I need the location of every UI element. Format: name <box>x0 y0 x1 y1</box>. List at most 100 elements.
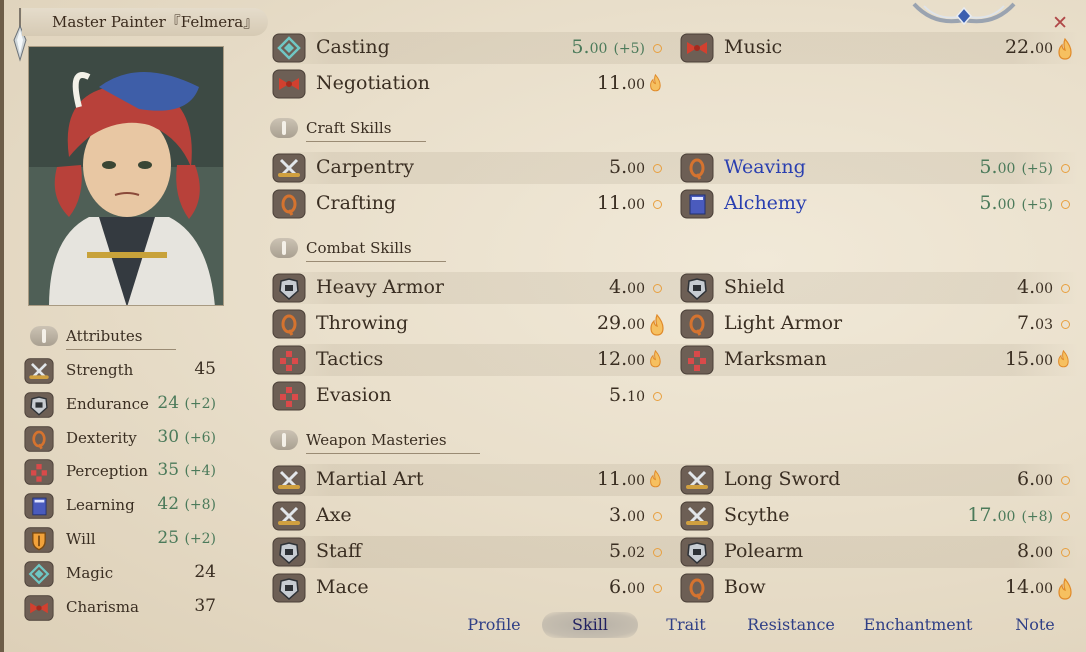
skill-row-negotiation[interactable]: Negotiation 11.00 <box>270 68 665 100</box>
skill-row-axe[interactable]: Axe 3.00 <box>270 500 665 532</box>
armor-icon <box>272 537 306 567</box>
attribute-value-group: 24 <box>194 562 216 582</box>
attribute-value-group: 25 (+2) <box>157 528 216 548</box>
potential-low-icon <box>1061 164 1070 173</box>
skill-name: Heavy Armor <box>316 276 444 298</box>
skill-row-alchemy[interactable]: Alchemy 5.00 (+5) <box>678 188 1073 220</box>
attribute-label: Learning <box>66 496 135 515</box>
skill-name: Marksman <box>724 348 827 370</box>
potential-low-icon <box>1061 320 1070 329</box>
skill-row-scythe[interactable]: Scythe 17.00 (+8) <box>678 500 1073 532</box>
skill-row-casting[interactable]: Casting 5.00 (+5) <box>270 32 665 64</box>
potential-flame-icon <box>649 350 665 372</box>
tab-skill[interactable]: Skill <box>542 612 638 638</box>
skill-value-decimal: 00 <box>1035 353 1053 369</box>
attribute-row-endurance[interactable]: Endurance 24 (+2) <box>24 389 216 421</box>
skill-value-decimal: 00 <box>1035 281 1053 297</box>
skill-row-long-sword[interactable]: Long Sword 6.00 <box>678 464 1073 496</box>
skill-row-polearm[interactable]: Polearm 8.00 <box>678 536 1073 568</box>
tab-enchantment[interactable]: Enchantment <box>854 612 982 638</box>
crossed-swords-icon <box>272 153 306 183</box>
attribute-row-will[interactable]: Will 25 (+2) <box>24 524 216 556</box>
potential-flame-icon <box>1057 350 1073 372</box>
tab-note[interactable]: Note <box>988 612 1082 638</box>
attribute-value-group: 35 (+4) <box>157 460 216 480</box>
skill-row-evasion[interactable]: Evasion 5.10 <box>270 380 665 412</box>
attribute-row-magic[interactable]: Magic 24 <box>24 558 216 590</box>
potential-low-icon <box>1061 200 1070 209</box>
skill-value-decimal: 00 <box>627 161 645 177</box>
skill-row-heavy-armor[interactable]: Heavy Armor 4.00 <box>270 272 665 304</box>
attribute-row-perception[interactable]: Perception 35 (+4) <box>24 456 216 488</box>
attribute-value-group: 45 <box>194 359 216 379</box>
skill-value-whole: 7. <box>1017 312 1036 334</box>
skill-value-whole: 22. <box>1004 36 1036 58</box>
skill-value: 5.00 <box>609 156 645 178</box>
attribute-bonus: (+2) <box>184 395 216 412</box>
crossed-swords-icon <box>272 501 306 531</box>
skill-value-decimal: 00 <box>627 281 645 297</box>
skill-value: 14.00 <box>1005 576 1053 598</box>
skill-row-staff[interactable]: Staff 5.02 <box>270 536 665 568</box>
skill-name: Shield <box>724 276 785 298</box>
attribute-row-learning[interactable]: Learning 42 (+8) <box>24 490 216 522</box>
skill-value-decimal: 00 <box>589 41 608 57</box>
skill-value-whole: 5. <box>571 36 590 58</box>
crossed-swords-icon <box>680 501 714 531</box>
skill-value: 29.00 <box>597 312 645 334</box>
skill-row-weaving[interactable]: Weaving 5.00 (+5) <box>678 152 1073 184</box>
skill-name: Bow <box>724 576 766 598</box>
tab-resistance[interactable]: Resistance <box>734 612 848 638</box>
skill-value: 22.00 <box>1005 36 1053 58</box>
potential-flame-icon <box>649 74 665 96</box>
skill-row-martial-art[interactable]: Martial Art 11.00 <box>270 464 665 496</box>
skill-value: 12.00 <box>597 348 645 370</box>
potential-low-icon <box>653 44 662 53</box>
skill-value-whole: 3. <box>609 504 628 526</box>
skill-value-decimal: 00 <box>997 161 1016 177</box>
skill-row-throwing[interactable]: Throwing 29.00 <box>270 308 665 340</box>
potential-low-icon <box>653 392 662 401</box>
skill-value-decimal: 03 <box>1035 317 1053 333</box>
skill-value-whole: 17. <box>967 504 998 526</box>
skill-row-mace[interactable]: Mace 6.00 <box>270 572 665 604</box>
skill-name: Crafting <box>316 192 397 214</box>
skill-value-whole: 4. <box>1017 276 1036 298</box>
skill-value: 11.00 <box>597 468 645 490</box>
skill-value-whole: 5. <box>609 156 628 178</box>
skill-value-decimal: 00 <box>627 317 645 333</box>
potential-low-icon <box>653 164 662 173</box>
skill-value-decimal: 00 <box>627 77 645 93</box>
attribute-bonus: (+8) <box>184 497 216 514</box>
skill-row-crafting[interactable]: Crafting 11.00 <box>270 188 665 220</box>
attribute-row-strength[interactable]: Strength 45 <box>24 355 216 387</box>
close-button[interactable]: ✕ <box>1052 12 1068 34</box>
skill-value-decimal: 00 <box>627 581 645 597</box>
skill-row-carpentry[interactable]: Carpentry 5.00 <box>270 152 665 184</box>
skill-name: Casting <box>316 36 390 58</box>
skill-row-tactics[interactable]: Tactics 12.00 <box>270 344 665 376</box>
skill-row-bow[interactable]: Bow 14.00 <box>678 572 1073 604</box>
skill-name: Staff <box>316 540 362 562</box>
attribute-value: 24 <box>157 392 180 413</box>
skill-value-whole: 11. <box>596 192 628 214</box>
attribute-row-charisma[interactable]: Charisma 37 <box>24 592 216 624</box>
skill-value: 5.00 (+5) <box>979 192 1053 214</box>
skill-row-shield[interactable]: Shield 4.00 <box>678 272 1073 304</box>
tab-profile[interactable]: Profile <box>444 612 544 638</box>
skill-bonus: (+5) <box>1021 161 1053 177</box>
skill-value: 4.00 <box>1017 276 1053 298</box>
skill-value: 7.03 <box>1017 312 1053 334</box>
crossed-swords-icon <box>680 465 714 495</box>
skill-row-music[interactable]: Music 22.00 <box>678 32 1073 64</box>
skill-value-decimal: 00 <box>997 197 1016 213</box>
attribute-row-dexterity[interactable]: Dexterity 30 (+6) <box>24 423 216 455</box>
skill-row-marksman[interactable]: Marksman 15.00 <box>678 344 1073 376</box>
rope-icon <box>680 573 714 603</box>
bottom-tab-bar: Profile Skill Trait Resistance Enchantme… <box>444 612 1084 640</box>
skill-name: Alchemy <box>724 192 807 214</box>
skill-row-light-armor[interactable]: Light Armor 7.03 <box>678 308 1073 340</box>
tab-trait[interactable]: Trait <box>644 612 728 638</box>
skill-value-decimal: 00 <box>1035 581 1053 597</box>
skill-value-decimal: 00 <box>627 197 645 213</box>
